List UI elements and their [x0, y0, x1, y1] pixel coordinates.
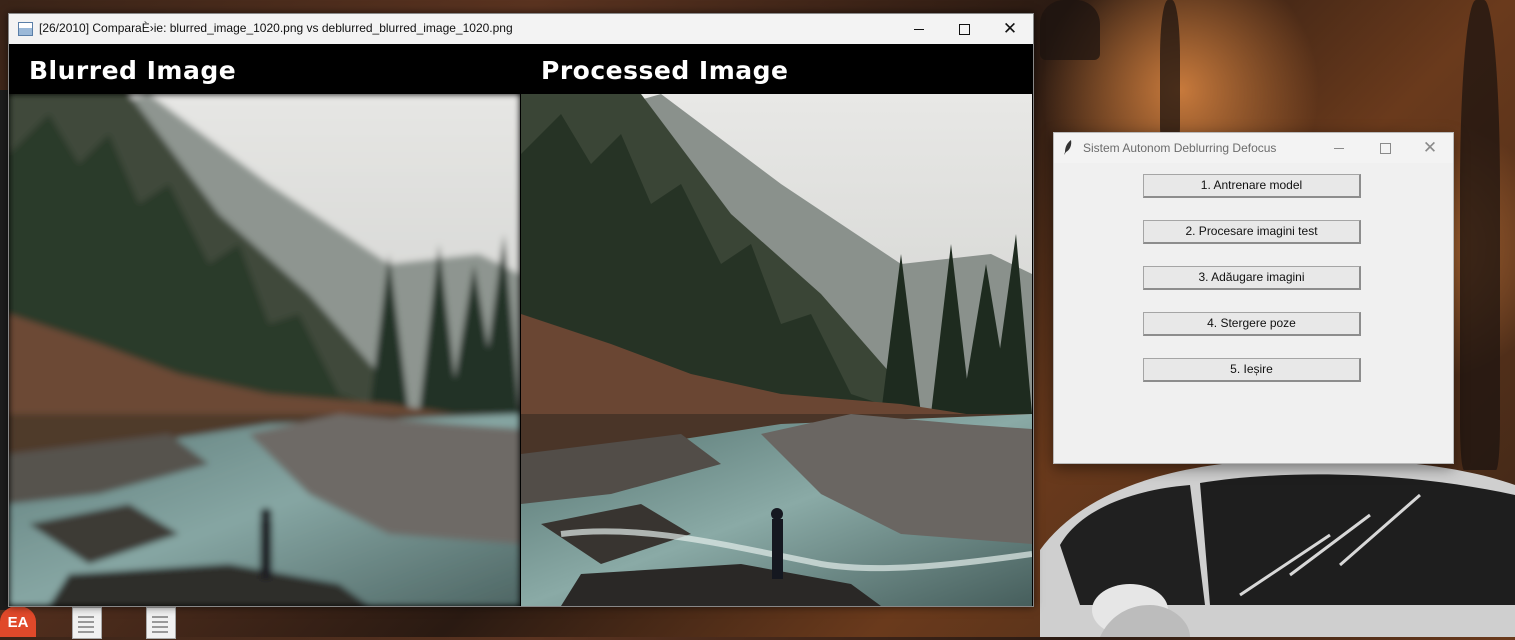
close-button[interactable]: ✕	[987, 14, 1033, 44]
minimize-icon	[914, 28, 924, 30]
desktop-wallpaper-car	[1040, 458, 1515, 637]
processed-image-label: Processed Image	[541, 56, 789, 85]
minimize-button[interactable]	[896, 14, 942, 44]
dialog-minimize-button[interactable]	[1316, 133, 1362, 163]
desktop-wallpaper-tree	[1460, 0, 1500, 470]
dialog-maximize-button[interactable]	[1362, 133, 1408, 163]
dialog-titlebar[interactable]: Sistem Autonom Deblurring Defocus ✕	[1054, 133, 1453, 163]
maximize-button[interactable]	[941, 14, 987, 44]
add-images-button[interactable]: 3. Adăugare imagini	[1143, 266, 1361, 290]
minimize-icon	[1334, 147, 1344, 149]
window-app-icon	[18, 22, 33, 36]
document-icon[interactable]	[72, 607, 102, 639]
processed-image	[521, 94, 1032, 606]
dialog-title: Sistem Autonom Deblurring Defocus	[1083, 141, 1277, 155]
close-icon: ✕	[1002, 18, 1018, 39]
desktop-wallpaper-tree	[1040, 0, 1100, 60]
desktop-wallpaper-tree	[1160, 0, 1180, 140]
process-test-images-button[interactable]: 2. Procesare imagini test	[1143, 220, 1361, 244]
blurred-image-label: Blurred Image	[29, 56, 237, 85]
maximize-icon	[958, 23, 970, 35]
exit-button[interactable]: 5. Ieșire	[1143, 358, 1361, 382]
delete-photos-button[interactable]: 4. Stergere poze	[1143, 312, 1361, 336]
train-model-button[interactable]: 1. Antrenare model	[1143, 174, 1361, 198]
deblurring-dialog: Sistem Autonom Deblurring Defocus ✕ 1. A…	[1053, 132, 1454, 464]
comparison-window: [26/2010] ComparaÈ›ie: blurred_image_102…	[8, 13, 1034, 607]
comparison-window-titlebar[interactable]: [26/2010] ComparaÈ›ie: blurred_image_102…	[9, 14, 1033, 44]
close-icon: ✕	[1422, 137, 1438, 158]
maximize-icon	[1379, 142, 1391, 154]
window-title: [26/2010] ComparaÈ›ie: blurred_image_102…	[39, 21, 513, 35]
blurred-image	[9, 94, 520, 606]
ea-app-icon[interactable]: EA	[0, 606, 36, 637]
document-icon[interactable]	[146, 607, 176, 639]
feather-icon	[1064, 140, 1072, 155]
dialog-close-button[interactable]: ✕	[1407, 133, 1453, 163]
